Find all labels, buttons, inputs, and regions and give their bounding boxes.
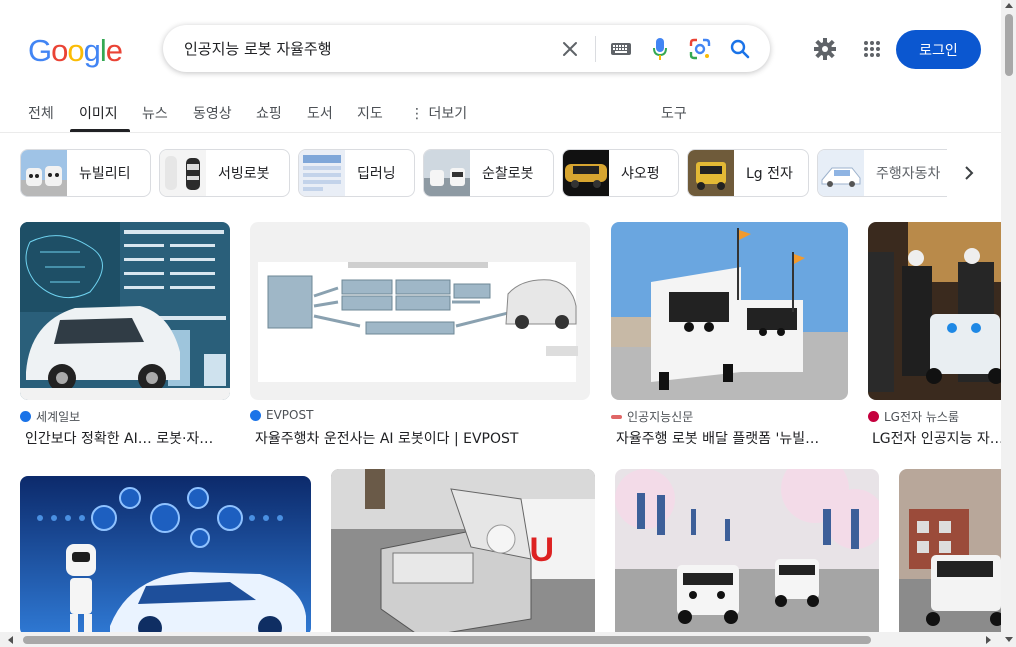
search-icon[interactable] xyxy=(727,36,753,62)
scroll-left-arrow-icon[interactable] xyxy=(8,636,13,644)
vertical-scroll-thumb[interactable] xyxy=(1005,14,1013,76)
chip-thumbnail xyxy=(818,150,864,196)
mic-icon[interactable] xyxy=(648,36,672,62)
chip-label: 서빙로봇 xyxy=(218,166,270,182)
result-source[interactable]: 인공지능신문 xyxy=(611,408,693,425)
logo-letter: o xyxy=(51,33,68,68)
logo-letter: o xyxy=(67,33,84,68)
gear-icon[interactable] xyxy=(812,36,838,62)
chip-label: 주행자동차 xyxy=(876,166,941,182)
result-source[interactable]: EVPOST xyxy=(250,408,313,422)
result-title[interactable]: LG전자 인공지능 자… xyxy=(872,428,1002,448)
chip-autonomous-car[interactable]: 주행자동차 xyxy=(817,149,947,197)
result-title[interactable]: 인간보다 정확한 AI… 로봇·자… xyxy=(25,428,235,448)
horizontal-scroll-thumb[interactable] xyxy=(23,636,871,644)
image-result[interactable] xyxy=(615,469,879,639)
result-thumbnail[interactable] xyxy=(615,469,879,639)
tab-maps[interactable]: 지도 xyxy=(357,103,383,123)
image-result[interactable]: EVPOST 자율주행차 운전사는 AI 로봇이다 | EVPOST xyxy=(250,222,595,447)
tools-button[interactable]: 도구 xyxy=(661,103,687,123)
favicon-icon xyxy=(20,411,31,422)
tab-books[interactable]: 도서 xyxy=(307,103,333,123)
result-thumbnail[interactable] xyxy=(899,469,1016,639)
image-result[interactable]: 세계일보 인간보다 정확한 AI… 로봇·자… xyxy=(20,222,235,447)
chip-patrol-robot[interactable]: 순찰로봇 xyxy=(423,149,554,197)
lens-icon[interactable] xyxy=(687,36,713,62)
google-logo[interactable]: Google xyxy=(28,33,123,69)
result-thumbnail[interactable] xyxy=(250,222,590,400)
chip-thumbnail xyxy=(299,150,345,196)
image-result[interactable]: LG전자 뉴스룸 LG전자 인공지능 자… xyxy=(868,222,1016,448)
result-thumbnail[interactable] xyxy=(868,222,1016,400)
chip-label: 딥러닝 xyxy=(357,166,396,182)
image-result[interactable]: 인공지능신문 자율주행 로봇 배달 플랫폼 '뉴빌… xyxy=(611,222,853,447)
active-tab-indicator xyxy=(70,129,130,132)
search-tabs: 전체 이미지 뉴스 동영상 쇼핑 도서 지도 ⋮ 더보기 도구 xyxy=(0,100,1001,133)
chip-lg-electronics[interactable]: Lg 전자 xyxy=(687,149,809,197)
chip-neubility[interactable]: 뉴빌리티 xyxy=(20,149,151,197)
favicon-icon xyxy=(868,411,879,422)
google-image-search-page: Google 로그인 전체 이미지 뉴스 동영상 쇼핑 도서 지 xyxy=(0,0,1016,647)
close-icon[interactable] xyxy=(558,37,582,61)
chip-serving-robot[interactable]: 서빙로봇 xyxy=(159,149,290,197)
logo-letter: e xyxy=(105,33,123,68)
logo-letter: g xyxy=(83,33,101,68)
chip-label: Lg 전자 xyxy=(746,166,793,182)
image-result[interactable]: GU xyxy=(331,469,595,639)
logo-letter: G xyxy=(28,33,52,68)
tab-more[interactable]: ⋮ 더보기 xyxy=(410,103,467,123)
tab-more-label: 더보기 xyxy=(428,106,468,122)
chip-thumbnail xyxy=(424,150,470,196)
scroll-right-arrow-icon[interactable] xyxy=(986,636,991,644)
result-source[interactable]: 세계일보 xyxy=(20,408,80,425)
result-title[interactable]: 자율주행 로봇 배달 플랫폼 '뉴빌… xyxy=(616,428,846,448)
scroll-up-arrow-icon[interactable] xyxy=(1005,3,1013,8)
result-thumbnail[interactable]: GU xyxy=(331,469,595,639)
favicon-icon xyxy=(611,414,622,419)
search-box[interactable] xyxy=(163,25,770,72)
tab-all[interactable]: 전체 xyxy=(28,103,54,123)
chip-label: 순찰로봇 xyxy=(482,166,534,182)
chevron-right-icon[interactable] xyxy=(956,160,982,186)
result-source-name: 세계일보 xyxy=(36,410,81,424)
chip-label: 뉴빌리티 xyxy=(79,166,131,182)
chip-thumbnail xyxy=(160,150,206,196)
chip-deep-learning[interactable]: 딥러닝 xyxy=(298,149,415,197)
result-source[interactable]: LG전자 뉴스룸 xyxy=(868,408,959,425)
search-divider xyxy=(595,36,596,62)
favicon-icon xyxy=(250,409,261,421)
result-title[interactable]: 자율주행차 운전사는 AI 로봇이다 | EVPOST xyxy=(255,428,595,448)
result-thumbnail[interactable] xyxy=(20,476,311,636)
tab-videos[interactable]: 동영상 xyxy=(193,103,232,123)
chip-label: 샤오펑 xyxy=(621,166,660,182)
more-vert-icon: ⋮ xyxy=(410,106,424,122)
chip-thumbnail xyxy=(563,150,609,196)
tab-images[interactable]: 이미지 xyxy=(79,103,118,123)
search-input[interactable] xyxy=(184,37,554,59)
result-source-name: 인공지능신문 xyxy=(627,410,694,424)
chip-xpeng[interactable]: 샤오펑 xyxy=(562,149,679,197)
tab-news[interactable]: 뉴스 xyxy=(142,103,168,123)
apps-icon[interactable] xyxy=(859,36,885,62)
image-result[interactable] xyxy=(20,476,311,636)
result-source-name: EVPOST xyxy=(266,408,314,422)
scroll-down-arrow-icon[interactable] xyxy=(1005,637,1013,642)
vertical-scrollbar[interactable] xyxy=(1001,0,1016,647)
chip-thumbnail xyxy=(21,150,67,196)
chip-thumbnail xyxy=(688,150,734,196)
result-thumbnail[interactable] xyxy=(20,222,230,400)
result-source-name: LG전자 뉴스룸 xyxy=(884,410,959,424)
result-thumbnail[interactable] xyxy=(611,222,848,400)
tab-shopping[interactable]: 쇼핑 xyxy=(256,103,282,123)
horizontal-scrollbar[interactable] xyxy=(0,632,1001,647)
login-button[interactable]: 로그인 xyxy=(896,30,981,69)
keyboard-icon[interactable] xyxy=(609,37,633,61)
image-result[interactable] xyxy=(899,469,1016,639)
